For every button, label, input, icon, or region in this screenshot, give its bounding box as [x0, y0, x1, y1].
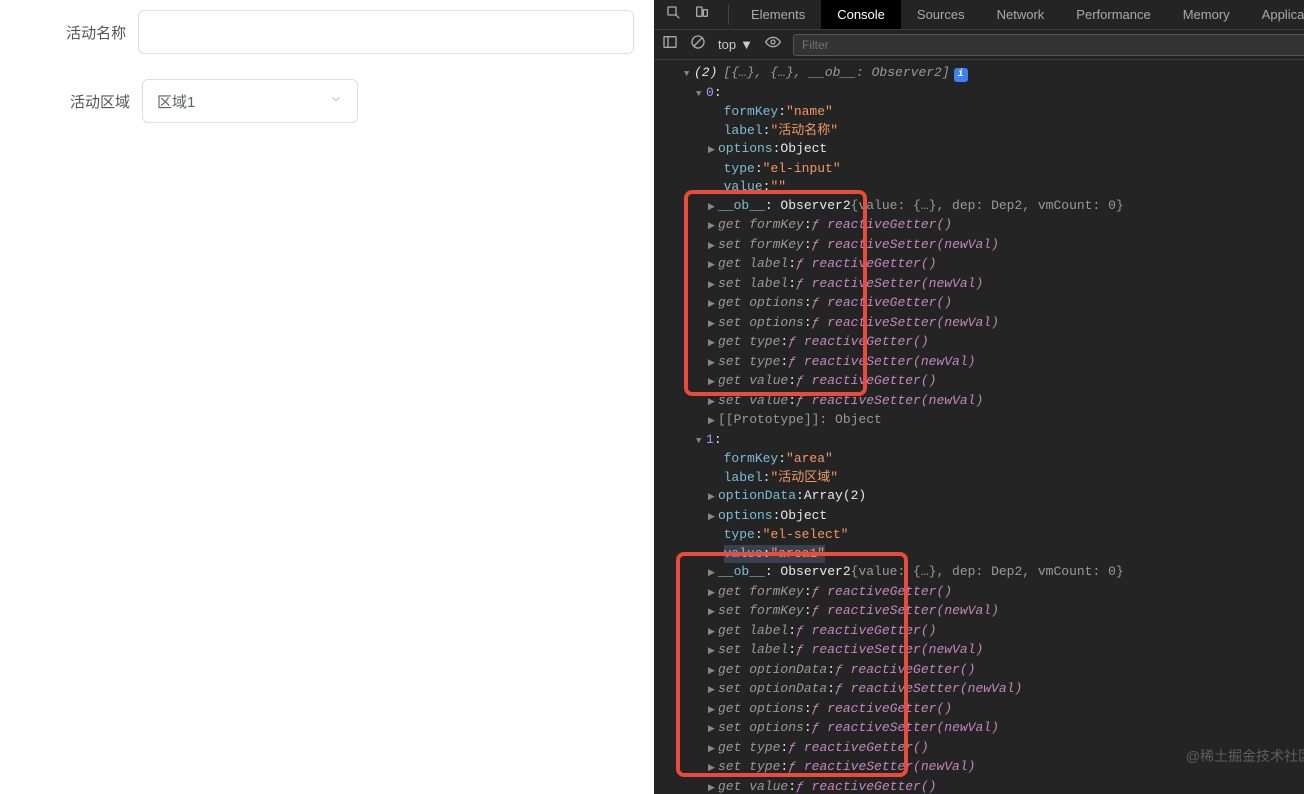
form-panel: 活动名称 活动区域 区域1 — [0, 0, 654, 794]
console-root-line[interactable]: (2) [{…}, {…}, __ob__: Observer2] i — [668, 64, 1304, 84]
obj1-gs-3[interactable]: set label: ƒ reactiveSetter(newVal) — [668, 641, 1304, 661]
inspect-icon[interactable] — [666, 5, 682, 25]
obj0-options[interactable]: options: Object — [668, 140, 1304, 160]
obj1-gs-10[interactable]: get value: ƒ reactiveGetter() — [668, 778, 1304, 794]
obj1-type: type: "el-select" — [668, 526, 1304, 545]
label-name: 活动名称 — [50, 22, 126, 43]
info-icon[interactable]: i — [954, 68, 968, 82]
filter-input[interactable] — [793, 34, 1304, 56]
area-select-value: 区域1 — [157, 91, 195, 112]
obj1-gs-0[interactable]: get formKey: ƒ reactiveGetter() — [668, 583, 1304, 603]
devtools-panel: Elements Console Sources Network Perform… — [654, 0, 1304, 794]
tab-memory[interactable]: Memory — [1167, 0, 1246, 29]
label-area: 活动区域 — [50, 91, 130, 112]
obj1-label: label: "活动区域" — [668, 469, 1304, 488]
tab-network[interactable]: Network — [981, 0, 1061, 29]
root-summary: [{…}, {…}, __ob__: Observer2] — [723, 64, 949, 83]
devtools-tabs: Elements Console Sources Network Perform… — [735, 0, 1304, 29]
obj0-gs-9[interactable]: set value: ƒ reactiveSetter(newVal) — [668, 392, 1304, 412]
chevron-down-icon — [329, 92, 343, 111]
root-count: (2) — [694, 64, 717, 83]
obj0-gs-3[interactable]: set label: ƒ reactiveSetter(newVal) — [668, 275, 1304, 295]
obj0-gs-2[interactable]: get label: ƒ reactiveGetter() — [668, 255, 1304, 275]
obj0-gs-1[interactable]: set formKey: ƒ reactiveSetter(newVal) — [668, 236, 1304, 256]
device-toolbar-icon[interactable] — [694, 5, 710, 25]
expand-icon[interactable] — [684, 64, 694, 84]
obj0-gs-0[interactable]: get formKey: ƒ reactiveGetter() — [668, 216, 1304, 236]
obj0-gs-8[interactable]: get value: ƒ reactiveGetter() — [668, 372, 1304, 392]
tab-application[interactable]: Applicatio — [1246, 0, 1304, 29]
obj1-gs-7[interactable]: set options: ƒ reactiveSetter(newVal) — [668, 719, 1304, 739]
obj1-gs-6[interactable]: get options: ƒ reactiveGetter() — [668, 700, 1304, 720]
tab-sources[interactable]: Sources — [901, 0, 981, 29]
obj0-type: type: "el-input" — [668, 160, 1304, 179]
eye-icon[interactable] — [765, 34, 781, 55]
obj0-label: label: "活动名称" — [668, 122, 1304, 141]
tab-console[interactable]: Console — [821, 0, 901, 29]
form-row-area: 活动区域 区域1 — [20, 79, 634, 123]
obj0-proto[interactable]: [[Prototype]]: Object — [668, 411, 1304, 431]
form-row-name: 活动名称 — [20, 10, 634, 54]
console-output[interactable]: (2) [{…}, {…}, __ob__: Observer2] i 0: f… — [654, 60, 1304, 794]
tab-performance[interactable]: Performance — [1060, 0, 1166, 29]
obj1-gs-4[interactable]: get optionData: ƒ reactiveGetter() — [668, 661, 1304, 681]
sidebar-toggle-icon[interactable] — [662, 34, 678, 55]
name-input[interactable] — [138, 10, 634, 54]
obj1-formkey: formKey: "area" — [668, 450, 1304, 469]
devtools-toolbar: Elements Console Sources Network Perform… — [654, 0, 1304, 30]
obj1-options[interactable]: options: Object — [668, 507, 1304, 527]
obj1-gs-2[interactable]: get label: ƒ reactiveGetter() — [668, 622, 1304, 642]
obj0-ob[interactable]: __ob__: Observer2 {value: {…}, dep: Dep2… — [668, 197, 1304, 217]
obj1-ob[interactable]: __ob__: Observer2 {value: {…}, dep: Dep2… — [668, 563, 1304, 583]
console-subbar: top ▼ — [654, 30, 1304, 60]
chevron-down-icon: ▼ — [740, 37, 753, 52]
obj1-value: value: "area1" — [668, 545, 1304, 564]
obj0-value: value: "" — [668, 178, 1304, 197]
obj0-gs-4[interactable]: get options: ƒ reactiveGetter() — [668, 294, 1304, 314]
obj0-formkey: formKey: "name" — [668, 103, 1304, 122]
obj0-gs-7[interactable]: set type: ƒ reactiveSetter(newVal) — [668, 353, 1304, 373]
obj1-gs-1[interactable]: set formKey: ƒ reactiveSetter(newVal) — [668, 602, 1304, 622]
watermark: @稀土掘金技术社区 — [1186, 746, 1304, 766]
context-select[interactable]: top ▼ — [718, 37, 753, 52]
clear-console-icon[interactable] — [690, 34, 706, 55]
obj1-optiondata[interactable]: optionData: Array(2) — [668, 487, 1304, 507]
obj1-gs-5[interactable]: set optionData: ƒ reactiveSetter(newVal) — [668, 680, 1304, 700]
obj0-header[interactable]: 0: — [668, 84, 1304, 104]
tab-elements[interactable]: Elements — [735, 0, 821, 29]
obj1-header[interactable]: 1: — [668, 431, 1304, 451]
obj0-gs-5[interactable]: set options: ƒ reactiveSetter(newVal) — [668, 314, 1304, 334]
obj0-gs-6[interactable]: get type: ƒ reactiveGetter() — [668, 333, 1304, 353]
area-select[interactable]: 区域1 — [142, 79, 358, 123]
